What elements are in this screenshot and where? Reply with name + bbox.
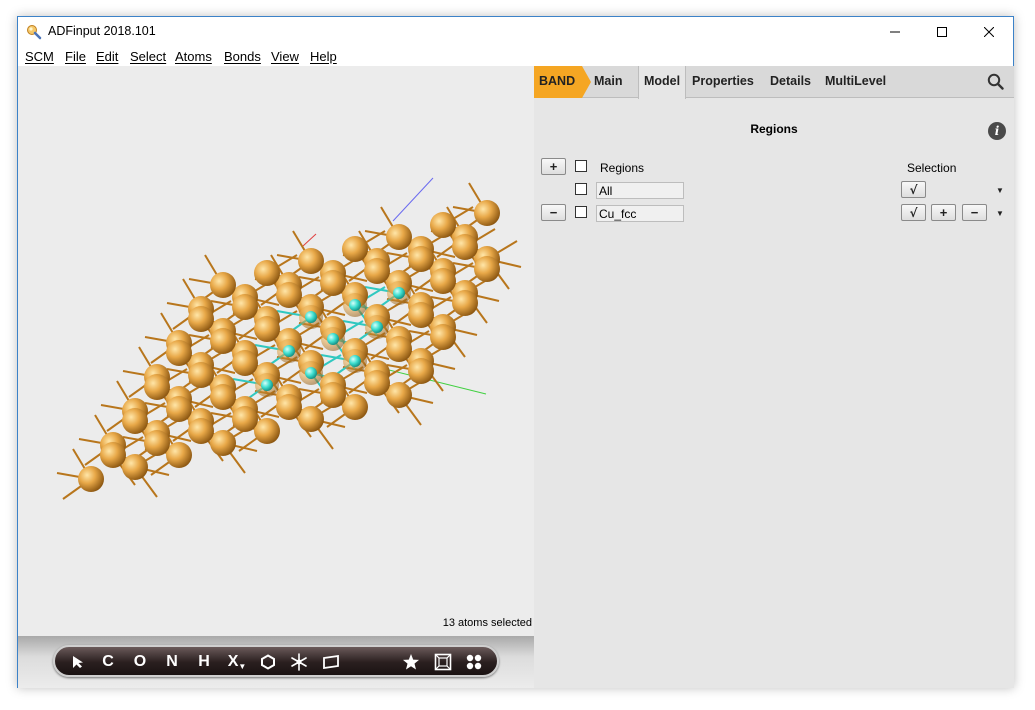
dropdown-triangle-icon: ▼ bbox=[238, 661, 247, 671]
snowflake-icon bbox=[291, 653, 307, 671]
atoms-cluster-icon bbox=[466, 654, 482, 670]
menu-select[interactable]: Select bbox=[130, 49, 166, 64]
regions-select-all-checkbox[interactable] bbox=[575, 160, 587, 172]
hydrogen-tool[interactable]: H bbox=[195, 652, 213, 672]
region-cu-fcc-remove-selection-button[interactable]: − bbox=[962, 204, 987, 221]
edit-toolbar: C O N H X ▼ bbox=[53, 645, 499, 677]
tab-details[interactable]: Details bbox=[770, 74, 811, 88]
menu-file[interactable]: File bbox=[65, 49, 86, 64]
other-element-tool[interactable]: X ▼ bbox=[224, 652, 250, 672]
region-cu-fcc-add-selection-button[interactable]: + bbox=[931, 204, 956, 221]
box-tool[interactable] bbox=[433, 652, 453, 672]
add-region-button[interactable]: + bbox=[541, 158, 566, 175]
close-icon bbox=[984, 27, 994, 37]
program-selector-tab[interactable]: BAND bbox=[534, 66, 592, 98]
app-logo-icon bbox=[27, 25, 42, 40]
tab-model[interactable]: Model bbox=[644, 74, 680, 88]
star-icon bbox=[403, 654, 419, 670]
menu-bar: SCM File Edit Select Atoms Bonds View He… bbox=[18, 47, 1013, 67]
tab-multilevel[interactable]: MultiLevel bbox=[825, 74, 886, 88]
nitrogen-tool[interactable]: N bbox=[163, 652, 181, 672]
molecule-viewport[interactable]: 13 atoms selected bbox=[18, 66, 534, 636]
select-arrow-tool[interactable] bbox=[70, 652, 86, 672]
maximize-button[interactable] bbox=[919, 17, 965, 47]
menu-atoms[interactable]: Atoms bbox=[175, 49, 212, 64]
atom-spheres bbox=[78, 200, 500, 492]
minimize-icon bbox=[890, 31, 900, 33]
plane-tool[interactable] bbox=[321, 652, 341, 672]
region-all-dropdown-icon[interactable]: ▼ bbox=[995, 182, 1005, 199]
hexagon-icon bbox=[261, 654, 275, 670]
search-icon[interactable] bbox=[987, 73, 1004, 90]
menu-help[interactable]: Help bbox=[310, 49, 337, 64]
menu-view[interactable]: View bbox=[271, 49, 299, 64]
menu-edit[interactable]: Edit bbox=[96, 49, 118, 64]
carbon-tool[interactable]: C bbox=[99, 652, 117, 672]
unit-cell-icon bbox=[434, 653, 452, 671]
panel-tab-bar: BAND Main Model Properties Details Multi… bbox=[534, 66, 1014, 99]
program-tab-label: BAND bbox=[539, 74, 576, 88]
maximize-icon bbox=[937, 27, 947, 37]
ring-tool[interactable] bbox=[258, 652, 278, 672]
menu-bonds[interactable]: Bonds bbox=[224, 49, 261, 64]
bottom-toolbar-area: C O N H X ▼ bbox=[18, 636, 534, 688]
band-settings-panel: BAND Main Model Properties Details Multi… bbox=[534, 66, 1014, 688]
region-cu-fcc-dropdown-icon[interactable]: ▼ bbox=[995, 205, 1005, 222]
region-cu-fcc-checkbox[interactable] bbox=[575, 206, 587, 218]
region-cu-fcc-name-field[interactable]: Cu_fcc bbox=[596, 205, 684, 222]
oxygen-tool[interactable]: O bbox=[131, 652, 149, 672]
remove-region-button[interactable]: − bbox=[541, 204, 566, 221]
title-bar: ADFinput 2018.101 bbox=[18, 17, 1013, 47]
region-all-name-field[interactable]: All bbox=[596, 182, 684, 199]
menu-scm[interactable]: SCM bbox=[25, 49, 54, 64]
other-element-label: X bbox=[227, 653, 239, 670]
molecule-tool[interactable] bbox=[463, 652, 485, 672]
window-title: ADFinput 2018.101 bbox=[48, 24, 156, 38]
arrow-cursor-icon bbox=[73, 656, 83, 668]
adfinput-window: ADFinput 2018.101 SCM File Edit Select A… bbox=[17, 16, 1014, 688]
favorite-tool[interactable] bbox=[401, 652, 421, 672]
regions-column-header: Regions bbox=[600, 161, 645, 175]
copper-cluster-view[interactable] bbox=[18, 66, 534, 636]
snowflake-tool[interactable] bbox=[289, 652, 309, 672]
info-icon[interactable]: i bbox=[988, 122, 1006, 140]
close-button[interactable] bbox=[966, 17, 1012, 47]
plane-icon bbox=[323, 655, 339, 669]
minimize-button[interactable] bbox=[872, 17, 918, 47]
selection-column-header: Selection bbox=[907, 161, 957, 175]
panel-title: Regions bbox=[750, 122, 798, 136]
tab-properties[interactable]: Properties bbox=[692, 74, 754, 88]
region-cu-fcc-select-button[interactable]: √ bbox=[901, 204, 926, 221]
region-all-checkbox[interactable] bbox=[575, 183, 587, 195]
region-all-select-button[interactable]: √ bbox=[901, 181, 926, 198]
selection-status: 13 atoms selected bbox=[442, 617, 532, 629]
tab-main[interactable]: Main bbox=[594, 74, 622, 88]
